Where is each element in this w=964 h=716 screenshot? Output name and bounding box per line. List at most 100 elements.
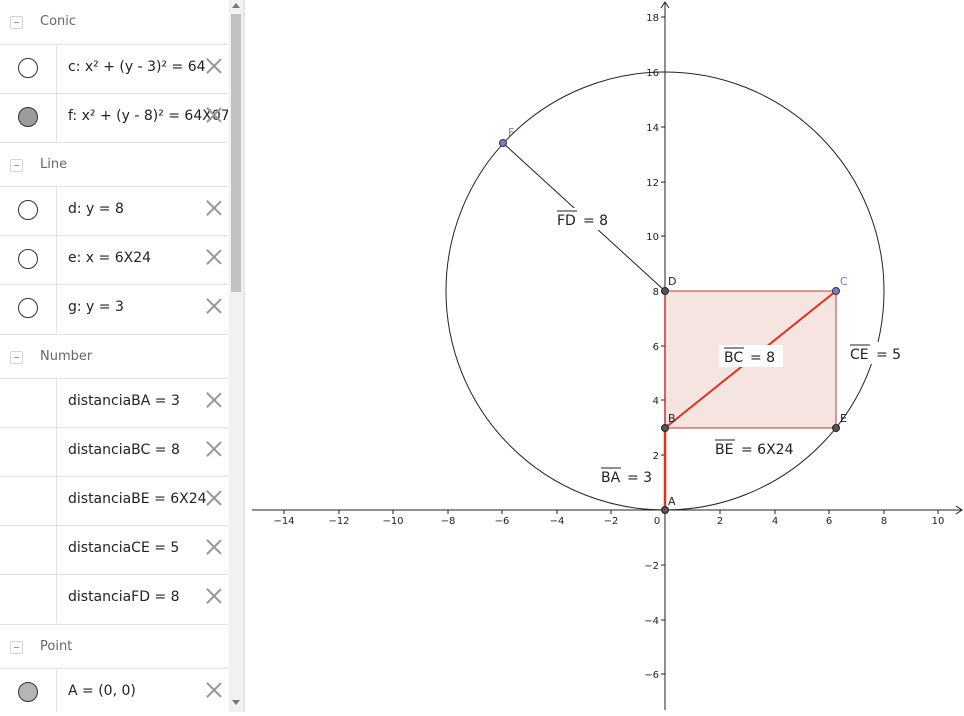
collapse-icon[interactable] [10,159,23,172]
algebra-expression[interactable]: distanciaFD = 8 [68,589,180,605]
delete-icon[interactable] [205,199,223,217]
point-label-d: D [668,275,676,288]
algebra-expression[interactable]: A = (0, 0) [68,683,136,699]
scrollbar-thumb[interactable] [231,14,241,292]
delete-icon[interactable] [205,391,223,409]
y-tick-label: 16 [646,68,659,79]
label-fd[interactable]: FD = 8 [555,208,613,230]
label-bc-name: BC [724,350,743,366]
section-header-point[interactable]: Point [0,624,228,669]
algebra-expression[interactable]: f: x² + (y - 8)² = 64X07 [68,108,228,124]
visibility-toggle-icon[interactable] [18,682,38,702]
algebra-row-distanciaBE[interactable]: distanciaBE = 6X24 [0,476,228,525]
algebra-row-f[interactable]: f: x² + (y - 8)² = 64X07 [0,93,228,142]
label-ce[interactable]: CE = 5 [848,342,908,364]
y-tick-label: 4 [653,396,659,407]
point-c[interactable] [832,287,840,295]
point-label-c: C [840,275,848,288]
label-ce-value: = 5 [876,347,901,363]
point-label-a: A [668,495,676,508]
section-title: Point [40,639,73,654]
algebra-expression[interactable]: distanciaCE = 5 [68,540,179,556]
row-separator [56,575,57,623]
delete-icon[interactable] [205,297,223,315]
algebra-row-distanciaBC[interactable]: distanciaBC = 8 [0,427,228,476]
algebra-row-c[interactable]: c: x² + (y - 3)² = 64 [0,44,228,93]
row-separator [56,285,57,333]
algebra-expression[interactable]: distanciaBE = 6X24 [68,491,207,507]
y-tick-label: 18 [646,13,659,24]
row-separator [56,428,57,476]
label-bc[interactable]: BC = 8 [719,345,783,367]
y-tick-label: −4 [644,616,659,627]
algebra-row-distanciaFD[interactable]: distanciaFD = 8 [0,574,228,623]
visibility-toggle-icon[interactable] [18,200,38,220]
algebra-expression[interactable]: c: x² + (y - 3)² = 64 [68,59,206,75]
delete-icon[interactable] [205,489,223,507]
point-label-f: F [508,126,514,139]
algebra-row-g[interactable]: g: y = 3 [0,284,228,333]
delete-icon[interactable] [205,681,223,699]
algebra-expression[interactable]: distanciaBC = 8 [68,442,180,458]
algebra-expression[interactable]: e: x = 6X24 [68,250,151,266]
scroll-down-arrow-icon[interactable] [232,700,240,705]
x-tick-label: 0 [654,516,660,527]
y-tick-label: 2 [653,451,659,462]
label-bc-value: = 8 [750,350,775,366]
x-tick-label: −6 [495,516,510,527]
algebra-row-d[interactable]: d: y = 8 [0,186,228,235]
algebra-expression[interactable]: g: y = 3 [68,299,124,315]
algebra-expression[interactable]: distanciaBA = 3 [68,393,180,409]
algebra-expression[interactable]: d: y = 8 [68,201,124,217]
delete-icon[interactable] [205,440,223,458]
collapse-icon[interactable] [10,351,23,364]
y-tick-label: 10 [646,232,659,243]
y-axis-tick-labels: 18 16 14 12 10 8 6 4 2 −2 −4 −6 [644,13,659,681]
label-fd-name: FD [557,213,576,229]
algebra-row-distanciaBA[interactable]: distanciaBA = 3 [0,378,228,427]
label-fd-value: = 8 [583,213,608,229]
delete-icon[interactable] [205,538,223,556]
graphics-canvas[interactable]: −14 −12 −10 −8 −6 −4 −2 0 2 4 6 8 10 18 … [245,0,964,712]
x-tick-label: −8 [441,516,456,527]
algebra-row-distanciaCE[interactable]: distanciaCE = 5 [0,525,228,574]
label-ba-name: BA [601,470,621,486]
section-header-line[interactable]: Line [0,142,228,187]
point-d[interactable] [661,287,669,295]
visibility-toggle-icon[interactable] [18,249,38,269]
delete-icon[interactable] [205,248,223,266]
delete-icon[interactable] [205,106,223,124]
graphics-view[interactable]: −14 −12 −10 −8 −6 −4 −2 0 2 4 6 8 10 18 … [245,0,964,712]
point-label-b: B [668,412,676,425]
x-axis-ticks [283,510,939,514]
row-separator [56,236,57,284]
delete-icon[interactable] [205,57,223,75]
section-header-number[interactable]: Number [0,334,228,379]
algebra-scrollbar[interactable] [229,0,243,712]
row-separator [56,187,57,235]
label-ba[interactable]: BA = 3 [601,467,652,486]
label-ce-name: CE [850,347,869,363]
label-be[interactable]: BE = 6X24 [715,439,794,458]
section-title: Number [40,349,93,364]
x-tick-label: 4 [772,516,778,527]
scroll-up-arrow-icon[interactable] [232,3,240,8]
point-f[interactable] [499,139,507,147]
point-e[interactable] [832,424,840,432]
section-title: Line [40,157,68,172]
collapse-icon[interactable] [10,641,23,654]
algebra-row-A[interactable]: A = (0, 0) [0,668,228,712]
point-b[interactable] [661,424,669,432]
algebra-row-e[interactable]: e: x = 6X24 [0,235,228,284]
visibility-toggle-icon[interactable] [18,298,38,318]
label-ba-value: = 3 [627,470,652,486]
y-tick-label: 14 [646,123,659,134]
visibility-toggle-icon[interactable] [18,107,38,127]
x-tick-label: 10 [932,516,945,527]
section-header-conic[interactable]: Conic [0,0,228,44]
x-tick-label: 6 [826,516,832,527]
collapse-icon[interactable] [10,16,23,29]
delete-icon[interactable] [205,587,223,605]
visibility-toggle-icon[interactable] [18,58,38,78]
x-tick-label: 2 [717,516,723,527]
